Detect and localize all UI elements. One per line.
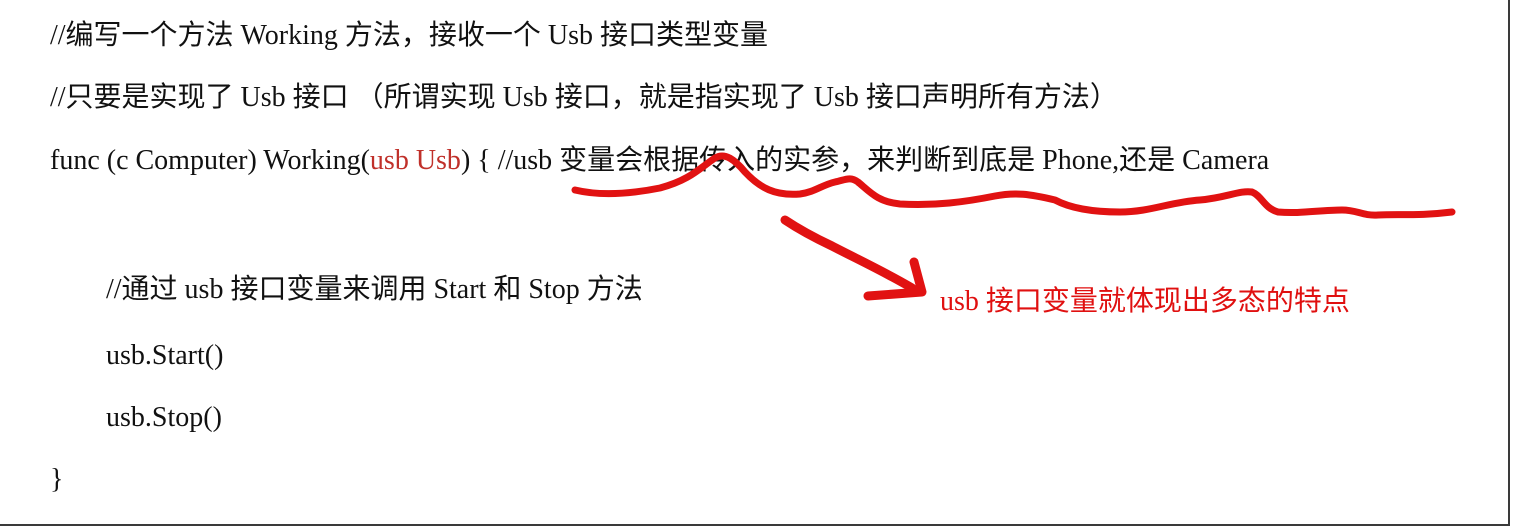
code-comment-text: //编写一个方法 Working 方法，接收一个 Usb 接口类型变量 — [50, 20, 768, 51]
func-signature-prefix: func (c Computer) Working( — [50, 145, 370, 176]
code-closing-brace-line: } — [50, 462, 63, 498]
code-comment-line-2: //只要是实现了 Usb 接口 （所谓实现 Usb 接口，就是指实现了 Usb … — [50, 80, 1118, 116]
document-frame: //编写一个方法 Working 方法，接收一个 Usb 接口类型变量 //只要… — [0, 0, 1510, 526]
func-signature-line: func (c Computer) Working(usb Usb) { //u… — [50, 143, 1269, 179]
code-closing-brace: } — [50, 464, 64, 495]
annotation-note: usb 接口变量就体现出多态的特点 — [940, 286, 1350, 317]
code-comment-line-3: //通过 usb 接口变量来调用 Start 和 Stop 方法 — [106, 272, 643, 308]
code-comment-line-1: //编写一个方法 Working 方法，接收一个 Usb 接口类型变量 — [50, 18, 768, 54]
code-comment-text: //通过 usb 接口变量来调用 Start 和 Stop 方法 — [106, 274, 643, 305]
func-parameter: usb Usb — [369, 145, 461, 176]
code-call-start: usb.Start() — [106, 340, 224, 371]
code-call-start-line: usb.Start() — [106, 338, 223, 374]
code-call-stop: usb.Stop() — [106, 402, 222, 433]
code-call-stop-line: usb.Stop() — [106, 400, 222, 436]
func-signature-suffix: ) { //usb 变量会根据传入的实参，来判断到底是 Phone,还是 Cam… — [460, 145, 1270, 176]
code-comment-text: //只要是实现了 Usb 接口 （所谓实现 Usb 接口，就是指实现了 Usb … — [50, 82, 1118, 113]
